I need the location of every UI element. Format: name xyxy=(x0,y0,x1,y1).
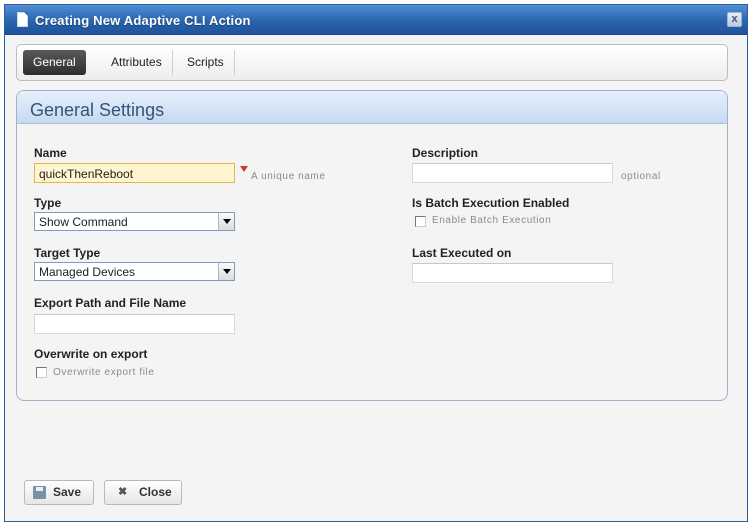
batch-checkbox-label: Enable Batch Execution xyxy=(432,215,552,226)
tab-general[interactable]: General xyxy=(23,50,86,75)
target-type-label: Target Type xyxy=(34,246,101,260)
close-dialog-button[interactable]: x xyxy=(727,12,742,27)
description-hint: optional xyxy=(621,171,661,182)
tab-bar: General Attributes Scripts xyxy=(16,44,728,81)
panel-header: General Settings xyxy=(17,91,727,124)
close-button-label: Close xyxy=(139,485,172,499)
tab-attributes[interactable]: Attributes xyxy=(101,50,173,75)
floppy-disk-icon xyxy=(33,486,46,499)
overwrite-checkbox-label: Overwrite export file xyxy=(53,367,155,378)
batch-label: Is Batch Execution Enabled xyxy=(412,196,570,210)
tab-scripts[interactable]: Scripts xyxy=(177,50,235,75)
overwrite-label: Overwrite on export xyxy=(34,347,148,361)
save-button[interactable]: Save xyxy=(24,480,94,505)
type-label: Type xyxy=(34,196,62,210)
chevron-down-icon[interactable] xyxy=(218,213,234,230)
last-executed-label: Last Executed on xyxy=(412,246,512,260)
target-type-select[interactable]: Managed Devices xyxy=(34,262,235,281)
target-type-value: Managed Devices xyxy=(39,265,136,279)
close-button[interactable]: ✖ Close xyxy=(104,480,182,505)
save-button-label: Save xyxy=(53,485,82,499)
name-label: Name xyxy=(34,146,67,160)
last-executed-field xyxy=(412,263,613,283)
x-icon: ✖ xyxy=(118,486,128,498)
export-path-label: Export Path and File Name xyxy=(34,296,187,310)
name-hint: A unique name xyxy=(251,171,326,182)
description-label: Description xyxy=(412,146,479,160)
required-flag-icon xyxy=(240,166,248,172)
dialog-title: Creating New Adaptive CLI Action xyxy=(35,13,251,28)
name-field[interactable]: quickThenReboot xyxy=(34,163,235,183)
panel-title: General Settings xyxy=(30,100,165,120)
export-path-field[interactable] xyxy=(34,314,235,334)
type-value: Show Command xyxy=(39,215,128,229)
batch-checkbox[interactable] xyxy=(415,216,426,227)
type-select[interactable]: Show Command xyxy=(34,212,235,231)
document-icon xyxy=(17,12,28,27)
overwrite-checkbox[interactable] xyxy=(36,367,47,378)
chevron-down-icon[interactable] xyxy=(218,263,234,280)
title-bar: Creating New Adaptive CLI Action x xyxy=(5,5,747,35)
description-field[interactable] xyxy=(412,163,613,183)
